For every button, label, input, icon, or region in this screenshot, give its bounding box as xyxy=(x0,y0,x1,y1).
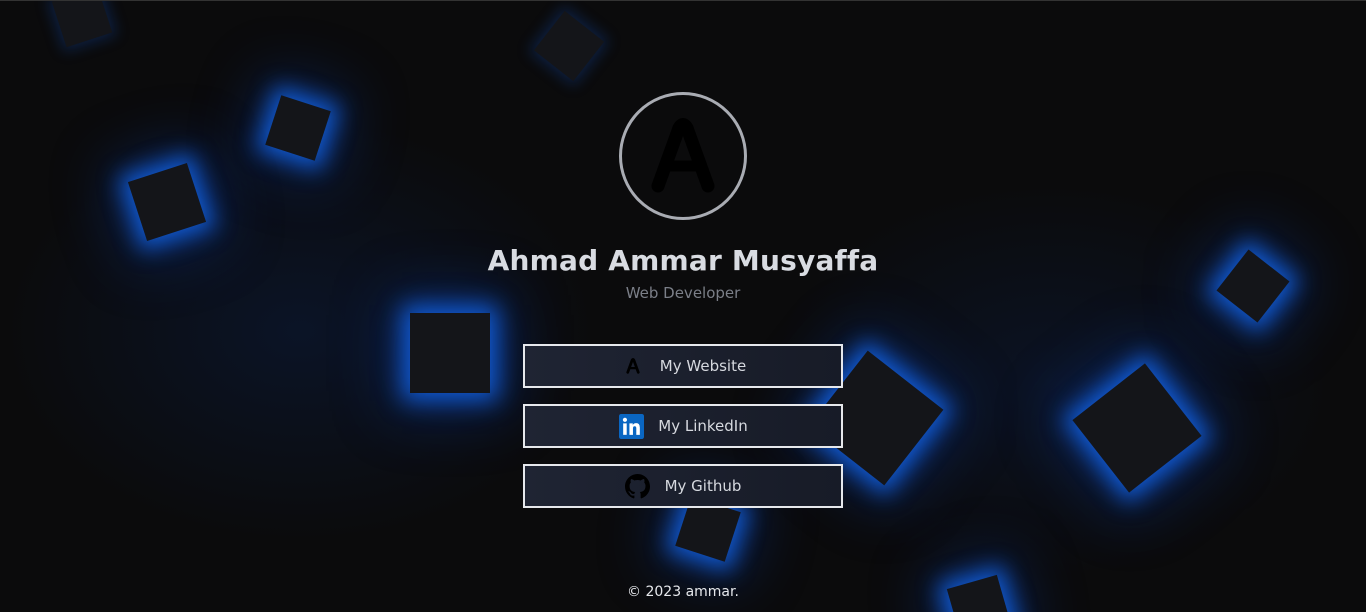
background-stage: Ahmad Ammar Musyaffa Web Developer My We… xyxy=(0,0,1366,612)
profile-role: Web Developer xyxy=(625,284,741,302)
linkedin-link-label: My LinkedIn xyxy=(658,417,748,435)
logo-a-icon xyxy=(651,118,715,193)
github-link-label: My Github xyxy=(664,477,742,495)
github-link-button[interactable]: My Github xyxy=(523,464,843,508)
website-link-button[interactable]: My Website xyxy=(523,344,843,388)
profile-card: Ahmad Ammar Musyaffa Web Developer My We… xyxy=(0,1,1366,612)
website-link-label: My Website xyxy=(659,357,747,375)
linkedin-link-button[interactable]: My LinkedIn xyxy=(523,404,843,448)
logo-a-icon xyxy=(620,353,646,379)
github-icon xyxy=(625,473,651,499)
avatar xyxy=(619,92,747,220)
footer-copyright: © 2023 ammar. xyxy=(627,584,739,600)
profile-name: Ahmad Ammar Musyaffa xyxy=(487,244,879,277)
linkedin-icon xyxy=(618,413,644,439)
